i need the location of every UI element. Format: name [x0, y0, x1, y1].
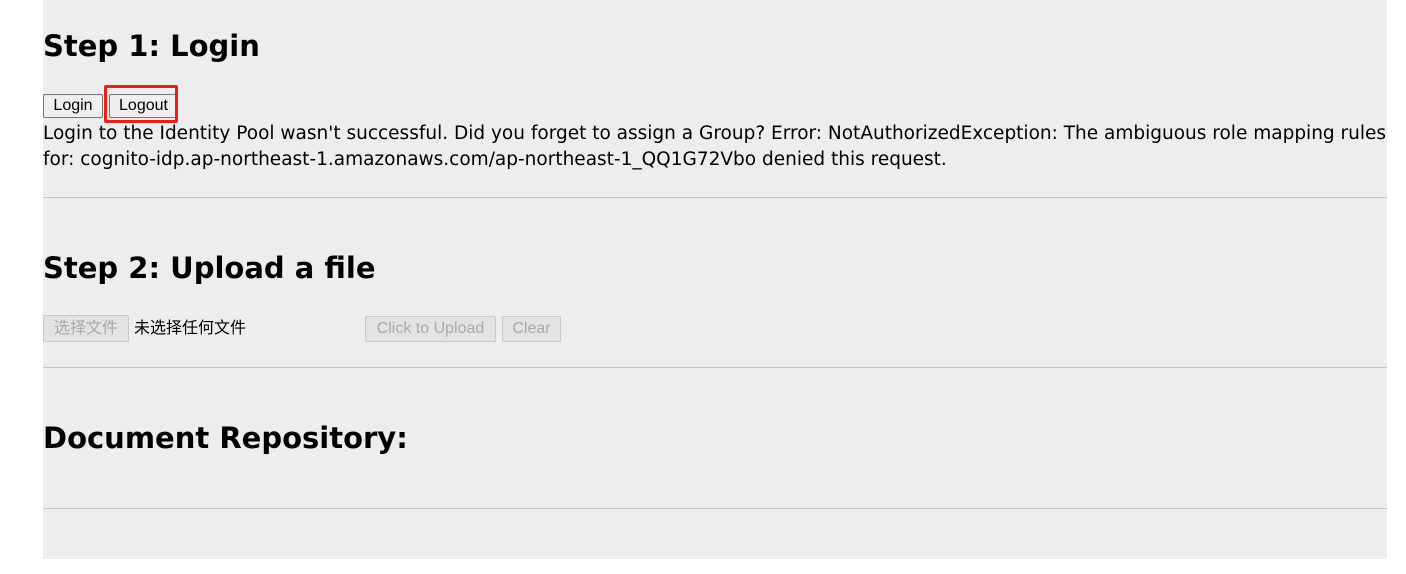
main-panel: Step 1: Login Login Logout Login to the …	[43, 0, 1387, 559]
step2-heading: Step 2: Upload a file	[43, 251, 376, 285]
upload-button[interactable]: Click to Upload	[365, 316, 496, 342]
file-status-text: 未选择任何文件	[134, 318, 247, 337]
divider-2	[43, 367, 1387, 368]
logout-highlight-box	[104, 85, 178, 123]
choose-file-button[interactable]: 选择文件	[43, 315, 129, 342]
step1-heading: Step 1: Login	[43, 29, 260, 63]
repository-heading: Document Repository:	[43, 421, 408, 455]
login-button[interactable]: Login	[43, 94, 103, 118]
clear-button[interactable]: Clear	[502, 316, 561, 342]
divider-3	[43, 508, 1387, 509]
login-error-message: Login to the Identity Pool wasn't succes…	[43, 123, 1387, 170]
divider-1	[43, 197, 1387, 198]
